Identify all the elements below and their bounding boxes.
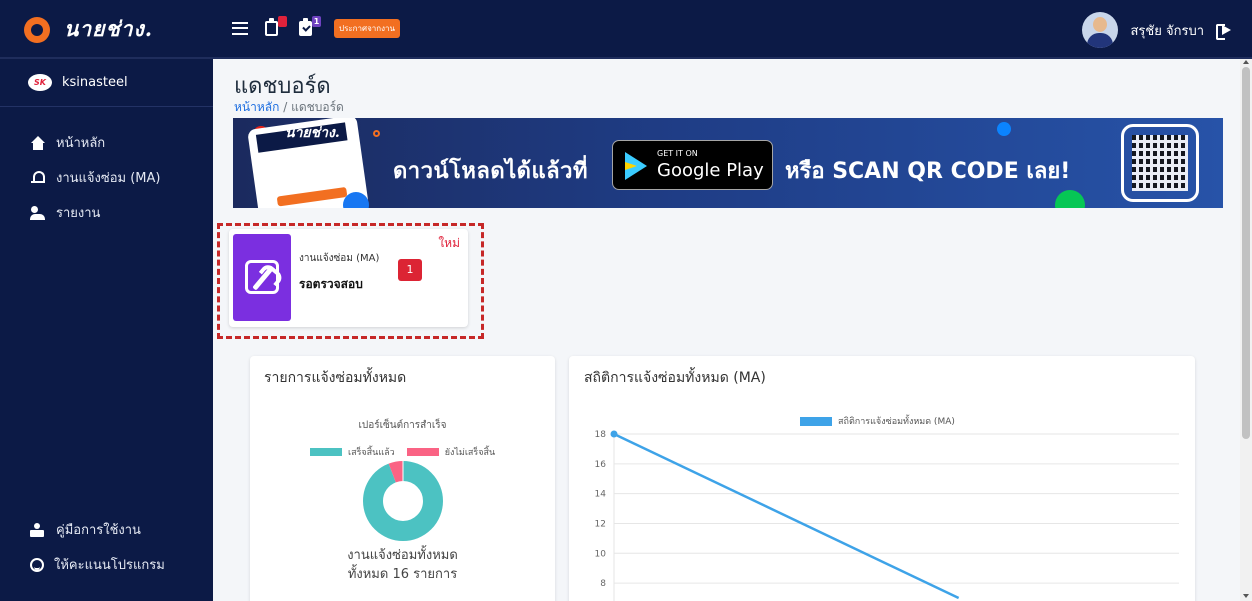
- job-count-badge: 1: [398, 259, 422, 281]
- sidebar-item-label: หน้าหลัก: [56, 136, 106, 151]
- gplay-small-text: GET IT ON: [657, 149, 698, 158]
- new-label: ใหม่: [438, 236, 460, 250]
- company-logo: SK: [28, 74, 52, 91]
- app-download-banner[interactable]: นายช่าง. ดาวน์โหลดได้แล้วที่ GET IT ON G…: [233, 118, 1223, 208]
- brand-name: นายช่าง.: [64, 16, 154, 41]
- breadcrumb-current: แดชบอร์ด: [291, 100, 344, 114]
- smile-icon: [30, 557, 44, 572]
- assignment-badge: [278, 16, 287, 27]
- sidebar: SK ksinasteel หน้าหลัก งานแจ้งซ่อม (MA) …: [0, 59, 213, 601]
- breadcrumb: หน้าหลัก / แดชบอร์ด: [234, 98, 344, 117]
- main-content: แดชบอร์ด หน้าหลัก / แดชบอร์ด นายช่าง. ดา…: [213, 59, 1240, 601]
- legend-swatch-done: [310, 448, 342, 456]
- donut-caption: งานแจ้งซ่อมทั้งหมด ทั้งหมด 16 รายการ: [250, 546, 555, 584]
- maintenance-job-card[interactable]: ใหม่ งานแจ้งซ่อม (MA) รอตรวจสอบ 1: [229, 229, 468, 327]
- job-label: งานแจ้งซ่อม (MA): [299, 253, 380, 264]
- brand[interactable]: นายช่าง.: [0, 0, 213, 59]
- wrench-icon: [245, 260, 279, 294]
- decor-dot: [373, 130, 380, 137]
- user-name[interactable]: สรุชัย จักรบา: [1130, 20, 1204, 41]
- top-navbar: นายช่าง. 1 ประกาศจากงาน สรุชัย จักรบา: [0, 0, 1252, 59]
- donut-chart-title: เปอร์เซ็นต์การสำเร็จ: [358, 420, 447, 431]
- logout-icon[interactable]: [1216, 23, 1232, 40]
- y-tick-label: 12: [595, 519, 606, 529]
- top-nav-icons: 1 ประกาศจากงาน: [232, 16, 400, 38]
- scroll-thumb[interactable]: [1242, 67, 1250, 439]
- donut-legend: เสร็จสิ้นแล้ว ยังไม่เสร็จสิ้น: [310, 445, 495, 459]
- legend-label[interactable]: สถิติการแจ้งซ่อมทั้งหมด (MA): [838, 414, 955, 428]
- scroll-up-icon[interactable]: [1243, 60, 1249, 64]
- line-chart: 18 16 14 12 10 8: [595, 430, 1179, 601]
- sidebar-item-rate[interactable]: ให้คะแนนโปรแกรม: [0, 547, 213, 582]
- sidebar-item-home[interactable]: หน้าหลัก: [0, 125, 213, 160]
- sidebar-item-label: งานแจ้งซ่อม (MA): [56, 171, 161, 186]
- google-play-icon: [625, 152, 647, 180]
- sidebar-item-manual[interactable]: คู่มือการใช้งาน: [0, 512, 213, 547]
- wrench-tile: [233, 234, 291, 321]
- card-title: สถิติการแจ้งซ่อมทั้งหมด (MA): [584, 370, 766, 386]
- user-menu[interactable]: สรุชัย จักรบา: [1082, 12, 1232, 48]
- line-icon: [1055, 190, 1085, 208]
- checked-clipboard-icon[interactable]: 1: [298, 16, 321, 38]
- qr-code[interactable]: [1121, 124, 1199, 202]
- manual-reader-icon: [30, 522, 46, 537]
- home-icon: [30, 135, 46, 150]
- brand-logo-icon: [24, 16, 50, 43]
- company-switcher[interactable]: SK ksinasteel: [0, 59, 213, 107]
- banner-logo: นายช่าง.: [285, 125, 340, 141]
- y-tick-label: 18: [595, 430, 607, 440]
- sidebar-item-label: ให้คะแนนโปรแกรม: [54, 558, 165, 573]
- y-tick-label: 8: [600, 579, 606, 589]
- qr-code-icon: [1132, 135, 1188, 191]
- sidebar-item-reports[interactable]: รายงาน: [0, 195, 213, 230]
- series-line: [613, 432, 960, 600]
- legend-swatch: [800, 416, 832, 426]
- menu-toggle-icon[interactable]: [232, 21, 248, 35]
- caption-line-2: ทั้งหมด 16 รายการ: [347, 567, 458, 582]
- sidebar-item-label: รายงาน: [56, 206, 101, 221]
- legend-swatch-pending: [406, 448, 439, 456]
- messenger-icon: [997, 122, 1011, 136]
- breadcrumb-home-link[interactable]: หน้าหลัก: [234, 100, 279, 114]
- bell-icon: [30, 170, 46, 185]
- card-title: รายการแจ้งซ่อมทั้งหมด: [264, 370, 407, 386]
- user-report-icon: [30, 205, 46, 220]
- legend-label-done[interactable]: เสร็จสิ้นแล้ว: [348, 445, 395, 459]
- page-scrollbar[interactable]: [1240, 59, 1252, 601]
- company-name: ksinasteel: [62, 75, 128, 90]
- scroll-down-icon[interactable]: [1243, 594, 1249, 598]
- sidebar-item-label: คู่มือการใช้งาน: [56, 523, 141, 538]
- avatar[interactable]: [1082, 12, 1119, 48]
- caption-line-1: งานแจ้งซ่อมทั้งหมด: [347, 548, 458, 563]
- assignment-clipboard-icon[interactable]: [264, 16, 287, 38]
- breadcrumb-separator: /: [283, 100, 288, 114]
- checked-badge: 1: [312, 16, 321, 27]
- y-tick-label: 10: [595, 549, 607, 559]
- sidebar-item-maintenance[interactable]: งานแจ้งซ่อม (MA): [0, 160, 213, 195]
- job-status: รอตรวจสอบ: [299, 277, 363, 291]
- line-legend: สถิติการแจ้งซ่อมทั้งหมด (MA): [800, 414, 955, 428]
- legend-label-pending[interactable]: ยังไม่เสร็จสิ้น: [445, 445, 495, 459]
- google-play-button[interactable]: GET IT ON Google Play: [612, 140, 773, 190]
- y-tick-label: 14: [595, 490, 607, 500]
- announcement-button[interactable]: ประกาศจากงาน: [334, 18, 400, 38]
- y-tick-label: 16: [595, 460, 607, 470]
- gplay-big-text: Google Play: [657, 160, 764, 181]
- stats-card: สถิติการแจ้งซ่อมทั้งหมด (MA) สถิติการแจ้…: [569, 356, 1195, 601]
- data-point[interactable]: [610, 430, 618, 438]
- sidebar-bottom: คู่มือการใช้งาน ให้คะแนนโปรแกรม: [0, 512, 213, 582]
- donut-chart: [363, 461, 443, 541]
- banner-download-text: ดาวน์โหลดได้แล้วที่: [393, 159, 588, 184]
- banner-scan-text: หรือ SCAN QR CODE เลย!: [785, 159, 1071, 184]
- summary-card: รายการแจ้งซ่อมทั้งหมด เปอร์เซ็นต์การสำเร…: [250, 356, 555, 601]
